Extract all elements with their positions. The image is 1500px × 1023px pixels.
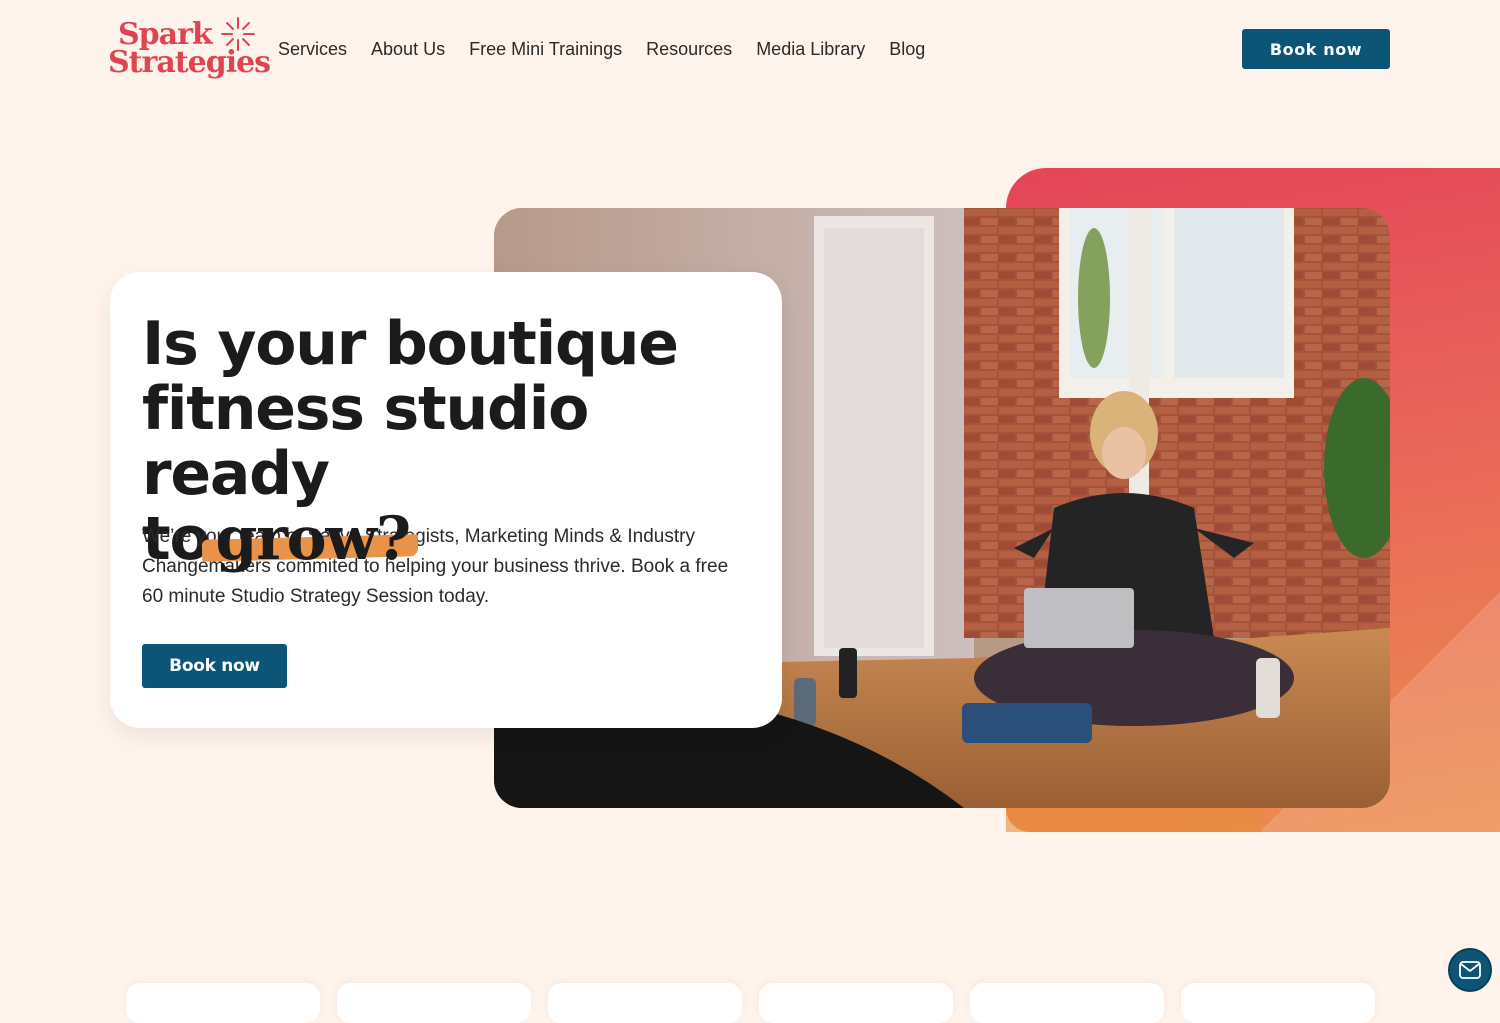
hero-headline-line2: fitness studio ready [142,374,589,509]
feature-card[interactable] [126,983,320,1023]
nav-item-resources[interactable]: Resources [646,37,732,61]
hero-book-now-button[interactable]: Book now [142,644,287,688]
feature-card[interactable] [759,983,953,1023]
nav-item-free-mini-trainings[interactable]: Free Mini Trainings [469,37,622,61]
hero-headline-accent: grow? [215,504,412,574]
header-book-now-button[interactable]: Book now [1242,29,1390,69]
hero-card: Is your boutique fitness studio ready to… [110,272,782,728]
nav-item-services[interactable]: Services [278,37,347,61]
nav-item-media-library[interactable]: Media Library [756,37,865,61]
brand-logo[interactable]: Spark Strategies [108,14,271,86]
nav-item-blog[interactable]: Blog [889,37,925,61]
chat-button[interactable] [1448,948,1492,992]
main-nav: Services About Us Free Mini Trainings Re… [278,37,925,61]
feature-card[interactable] [970,983,1164,1023]
feature-card[interactable] [337,983,531,1023]
hero-headline-line1: Is your boutique [142,309,679,379]
sparkle-burst-icon [221,17,255,51]
feature-card[interactable] [1181,983,1375,1023]
feature-card[interactable] [548,983,742,1023]
nav-item-about-us[interactable]: About Us [371,37,445,61]
mail-icon [1459,961,1481,979]
